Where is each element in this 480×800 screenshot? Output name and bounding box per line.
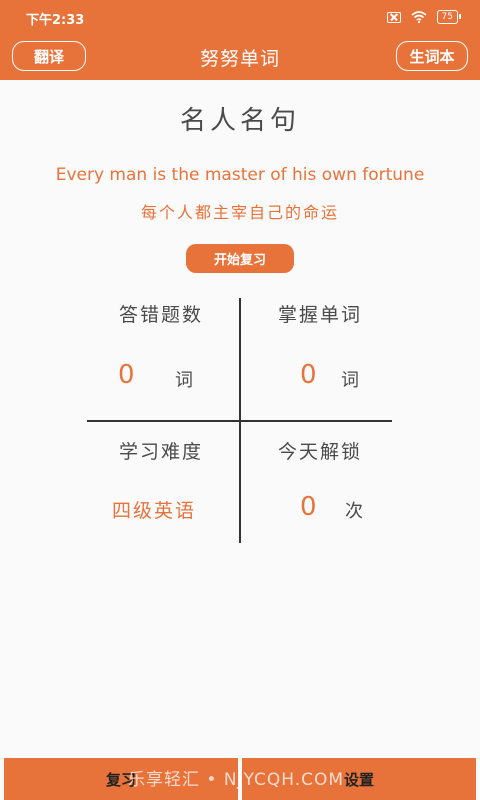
status-bar: 下午2:33 75 [0,0,480,34]
wrong-answers-unit: 词 [175,370,193,391]
settings-tab-button[interactable]: 设置 [242,758,476,800]
battery-icon: 75 [436,10,462,24]
unlocks-today-label: 今天解锁 [277,441,362,463]
unlocks-today-unit: 次 [345,501,363,522]
wrong-answers-label: 答错题数 [118,304,203,326]
mastered-words-label: 掌握单词 [277,304,362,326]
wifi-icon [411,11,427,23]
bottom-nav: 复习 设置 [0,758,480,800]
difficulty-label: 学习难度 [118,441,203,463]
mastered-words-value: 0 [300,360,317,390]
quote-section-title: 名人名句 [179,106,300,136]
app-bar: 翻译 努努单词 生词本 [0,34,480,80]
status-icons: 75 [386,10,462,24]
status-time: 下午2:33 [26,13,85,28]
vocabulary-book-button[interactable]: 生词本 [396,41,468,71]
quote-english: Every man is the master of his own fortu… [55,165,425,185]
stats-divider-horizontal [87,420,392,422]
difficulty-value: 四级英语 [112,500,197,522]
start-review-button[interactable]: 开始复习 [186,244,294,273]
mastered-words-unit: 词 [341,370,359,391]
wrong-answers-value: 0 [118,360,135,390]
quote-chinese: 每个人都主宰自己的命运 [140,203,339,222]
sim-off-icon [386,11,401,23]
unlocks-today-value: 0 [300,492,317,522]
review-tab-button[interactable]: 复习 [4,758,238,800]
